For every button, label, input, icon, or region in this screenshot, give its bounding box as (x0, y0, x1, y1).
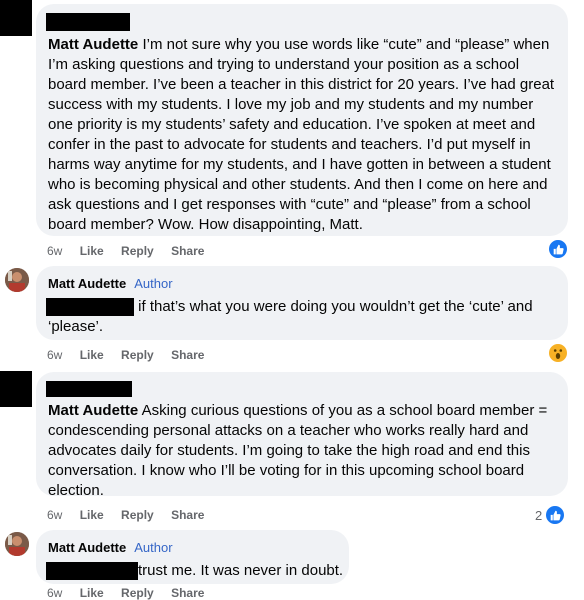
like-button[interactable]: Like (80, 244, 104, 258)
reaction-summary[interactable]: 2 (535, 504, 567, 526)
comment-author[interactable]: Matt Audette (48, 402, 138, 419)
comment-text: trust me. It was never in doubt. (138, 562, 344, 579)
comment-author[interactable]: Matt Audette (48, 276, 126, 291)
redacted-commenter-name (46, 381, 132, 397)
like-button[interactable]: Like (80, 586, 104, 600)
comment-author[interactable]: Matt Audette (48, 36, 138, 53)
comment-actions: 6w Like Reply Share (47, 348, 218, 362)
comment-bubble: Matt Audette Asking curious questions of… (36, 372, 568, 499)
redacted-avatar (0, 371, 32, 407)
redacted-mention (46, 562, 138, 581)
comment-body: trust me. It was never in doubt. (46, 561, 343, 581)
like-button[interactable]: Like (80, 348, 104, 362)
reply-button[interactable]: Reply (121, 244, 154, 258)
comment-bubble: Matt Audette Author trust me. It was neve… (36, 530, 349, 584)
like-icon (544, 504, 567, 526)
author-badge: Author (134, 276, 173, 291)
redacted-avatar (0, 0, 32, 36)
share-button[interactable]: Share (171, 348, 204, 362)
reaction-summary[interactable] (547, 238, 569, 260)
redacted-mention (46, 298, 134, 317)
share-button[interactable]: Share (171, 244, 204, 258)
reply-button[interactable]: Reply (121, 508, 154, 522)
comment-actions: 6w Like Reply Share (47, 244, 218, 258)
redacted-commenter-name (46, 13, 130, 31)
like-button[interactable]: Like (80, 508, 104, 522)
author-badge: Author (134, 540, 173, 555)
comment-body: Matt Audette I’m not sure why you use wo… (48, 35, 556, 235)
comment-author[interactable]: Matt Audette (48, 540, 126, 555)
comment-bubble: Matt Audette I’m not sure why you use wo… (36, 4, 568, 236)
comment-body: Matt Audette Asking curious questions of… (48, 401, 556, 501)
comment-body: if that’s what you were doing you wouldn… (46, 297, 556, 337)
comment-age[interactable]: 6w (47, 586, 62, 600)
comment-text: I’m not sure why you use words like “cut… (48, 36, 555, 233)
reply-button[interactable]: Reply (121, 586, 154, 600)
comment-age[interactable]: 6w (47, 244, 62, 258)
avatar[interactable] (5, 532, 29, 556)
reply-button[interactable]: Reply (121, 348, 154, 362)
wow-icon (547, 342, 569, 364)
comment-header: Matt Audette Author (48, 275, 556, 293)
reaction-summary[interactable] (547, 342, 569, 364)
comment-bubble: Matt Audette Author if that’s what you we… (36, 266, 568, 340)
comment-age[interactable]: 6w (47, 348, 62, 362)
share-button[interactable]: Share (171, 508, 204, 522)
like-icon (547, 238, 569, 260)
comment-actions: 6w Like Reply Share (47, 508, 218, 522)
avatar[interactable] (5, 268, 29, 292)
comment-actions: 6w Like Reply Share (47, 586, 218, 600)
share-button[interactable]: Share (171, 586, 204, 600)
reaction-count: 2 (535, 507, 543, 523)
comment-header: Matt Audette Author (48, 539, 337, 557)
comment-age[interactable]: 6w (47, 508, 62, 522)
